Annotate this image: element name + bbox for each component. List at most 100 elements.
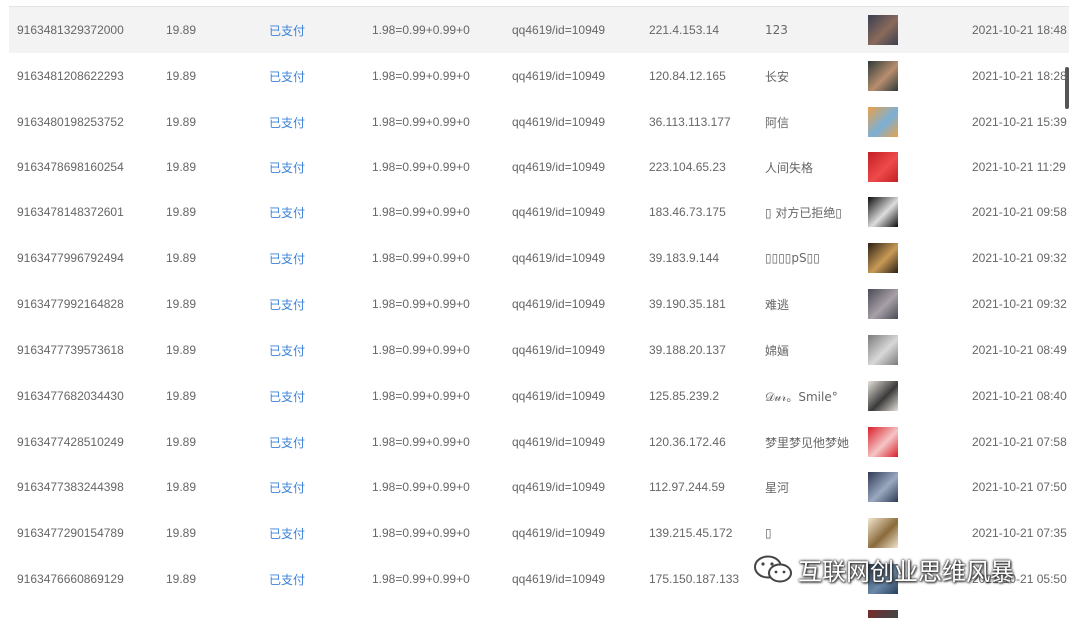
table-row: 9163477428510249 19.89 已支付 1.98=0.99+0.99+0… xyxy=(9,419,1069,465)
order-time-cell: 2021-10-21 15:39 xyxy=(972,115,1067,129)
table-row: 9163477290154789 19.89 已支付 1.98=0.99+0.99+0… xyxy=(9,510,1069,556)
price-breakdown-cell: 1.98=0.99+0.99+0 xyxy=(372,205,470,219)
order-time-cell: 2021-10-21 11:29 xyxy=(972,160,1066,174)
nickname-cell: 阿信 xyxy=(765,115,790,130)
avatar[interactable] xyxy=(868,381,898,411)
account-cell: qq4619/id=10949 xyxy=(512,115,606,129)
price-breakdown-cell: 1.98=0.99+0.99+0 xyxy=(372,572,470,586)
avatar[interactable] xyxy=(868,61,898,91)
payment-status-link[interactable]: 已支付 xyxy=(269,464,305,510)
payment-status-link[interactable]: 已支付 xyxy=(269,556,305,602)
table-row: 9163477739573618 19.89 已支付 1.98=0.99+0.99+0… xyxy=(9,327,1069,373)
ip-address-cell: 175.150.187.133 xyxy=(649,572,740,586)
price-breakdown-cell: 1.98=0.99+0.99+0 xyxy=(372,115,470,129)
payment-status-link[interactable]: 已支付 xyxy=(269,189,305,235)
order-id-cell: 9163477996792494 xyxy=(17,251,124,265)
avatar[interactable] xyxy=(868,152,898,182)
payment-status-link[interactable]: 已支付 xyxy=(269,53,305,99)
watermark-text: 互联网创业思维风暴 xyxy=(798,558,1014,586)
avatar-cell xyxy=(868,373,898,419)
payment-status-link[interactable]: 已支付 xyxy=(269,99,305,145)
amount-cell: 19.89 xyxy=(166,205,197,219)
payment-status-link[interactable]: 已支付 xyxy=(269,281,305,327)
avatar[interactable] xyxy=(868,107,898,137)
ip-address-cell: 183.46.73.175 xyxy=(649,205,726,219)
amount-cell: 19.89 xyxy=(166,343,197,357)
avatar-cell xyxy=(868,53,898,99)
price-breakdown-cell: 1.98=0.99+0.99+0 xyxy=(372,69,470,83)
payment-status-link[interactable]: 已支付 xyxy=(269,327,305,373)
payment-status-link[interactable]: 已支付 xyxy=(269,235,305,281)
table-row: 9163480198253752 19.89 已支付 1.98=0.99+0.99+0… xyxy=(9,99,1069,145)
amount-cell: 19.89 xyxy=(166,297,197,311)
avatar-cell xyxy=(868,602,898,618)
amount-cell: 19.89 xyxy=(166,526,197,540)
order-time-cell: 2021-10-21 09:58 xyxy=(972,205,1067,219)
nickname-cell: 长安 xyxy=(765,69,790,84)
amount-cell: 19.89 xyxy=(166,160,197,174)
avatar[interactable] xyxy=(868,518,898,548)
order-time-cell: 2021-10-21 07:58 xyxy=(972,435,1067,449)
avatar-cell xyxy=(868,144,898,190)
payment-status-link[interactable]: 已支付 xyxy=(269,144,305,190)
amount-cell: 19.89 xyxy=(166,480,197,494)
account-cell: qq4619/id=10949 xyxy=(512,435,606,449)
order-id-cell: 9163477992164828 xyxy=(17,297,124,311)
ip-address-cell: 139.215.45.172 xyxy=(649,526,733,540)
avatar[interactable] xyxy=(868,472,898,502)
order-time-cell: 2021-10-21 07:50 xyxy=(972,480,1067,494)
order-id-cell: 9163480198253752 xyxy=(17,115,124,129)
nickname-cell: 星河 xyxy=(765,480,790,495)
ip-address-cell: 223.104.65.23 xyxy=(649,160,726,174)
table-row: 9163481208622293 19.89 已支付 1.98=0.99+0.99+0… xyxy=(9,53,1069,99)
amount-cell: 19.89 xyxy=(166,435,197,449)
avatar[interactable] xyxy=(868,243,898,273)
account-cell: qq4619/id=10949 xyxy=(512,572,606,586)
price-breakdown-cell: 1.98=0.99+0.99+0 xyxy=(372,343,470,357)
avatar[interactable] xyxy=(868,427,898,457)
payment-status-link[interactable]: 已支付 xyxy=(269,7,305,53)
price-breakdown-cell: 1.98=0.99+0.99+0 xyxy=(372,297,470,311)
payment-status-link[interactable]: 已支付 xyxy=(269,373,305,419)
order-id-cell: 9163477383244398 xyxy=(17,480,124,494)
avatar[interactable] xyxy=(868,197,898,227)
avatar[interactable] xyxy=(868,335,898,365)
price-breakdown-cell: 1.98=0.99+0.99+0 xyxy=(372,160,470,174)
order-time-cell: 2021-10-21 09:32 xyxy=(972,297,1067,311)
order-time-cell: 2021-10-21 09:32 xyxy=(972,251,1067,265)
account-cell: qq4619/id=10949 xyxy=(512,23,606,37)
account-cell: qq4619/id=10949 xyxy=(512,526,606,540)
avatar[interactable] xyxy=(868,289,898,319)
table-row: 9163481329372000 19.89 已支付 1.98=0.99+0.99+0… xyxy=(9,7,1069,53)
wechat-icon xyxy=(754,555,792,582)
avatar-cell xyxy=(868,510,898,556)
orders-table: 9163481329372000 19.89 已支付 1.98=0.99+0.99+0… xyxy=(9,6,1069,618)
nickname-cell: 123 xyxy=(765,23,788,37)
nickname-cell: ▯ xyxy=(765,526,772,540)
table-row: 9163478698160254 19.89 已支付 1.98=0.99+0.99+0… xyxy=(9,144,1069,190)
account-cell: qq4619/id=10949 xyxy=(512,389,606,403)
price-breakdown-cell: 1.98=0.99+0.99+0 xyxy=(372,526,470,540)
ip-address-cell: 221.4.153.14 xyxy=(649,23,720,37)
price-breakdown-cell: 1.98=0.99+0.99+0 xyxy=(372,23,470,37)
order-id-cell: 9163477682034430 xyxy=(17,389,124,403)
payment-status-link[interactable]: 已支付 xyxy=(269,510,305,556)
account-cell: qq4619/id=10949 xyxy=(512,251,606,265)
order-id-cell: 9163481329372000 xyxy=(17,23,124,37)
table-row: 9163477383244398 19.89 已支付 1.98=0.99+0.99+0… xyxy=(9,464,1069,510)
order-time-cell: 2021-10-21 18:28 xyxy=(972,69,1067,83)
nickname-cell: 𝒟𝓊𝓇。Smile° xyxy=(765,389,838,404)
avatar[interactable] xyxy=(868,15,898,45)
order-id-cell: 9163476660869129 xyxy=(17,572,124,586)
table-row: 9163477682034430 19.89 已支付 1.98=0.99+0.99+0… xyxy=(9,373,1069,419)
payment-status-link[interactable]: 已支付 xyxy=(269,419,305,465)
price-breakdown-cell: 1.98=0.99+0.99+0 xyxy=(372,251,470,265)
avatar-cell xyxy=(868,7,898,53)
account-cell: qq4619/id=10949 xyxy=(512,480,606,494)
table-row: 2021-10-21 xyxy=(9,602,1069,618)
account-cell: qq4619/id=10949 xyxy=(512,343,606,357)
amount-cell: 19.89 xyxy=(166,23,197,37)
table-row: 9163477992164828 19.89 已支付 1.98=0.99+0.99+0… xyxy=(9,281,1069,327)
order-id-cell: 9163478698160254 xyxy=(17,160,124,174)
ip-address-cell: 39.183.9.144 xyxy=(649,251,720,265)
